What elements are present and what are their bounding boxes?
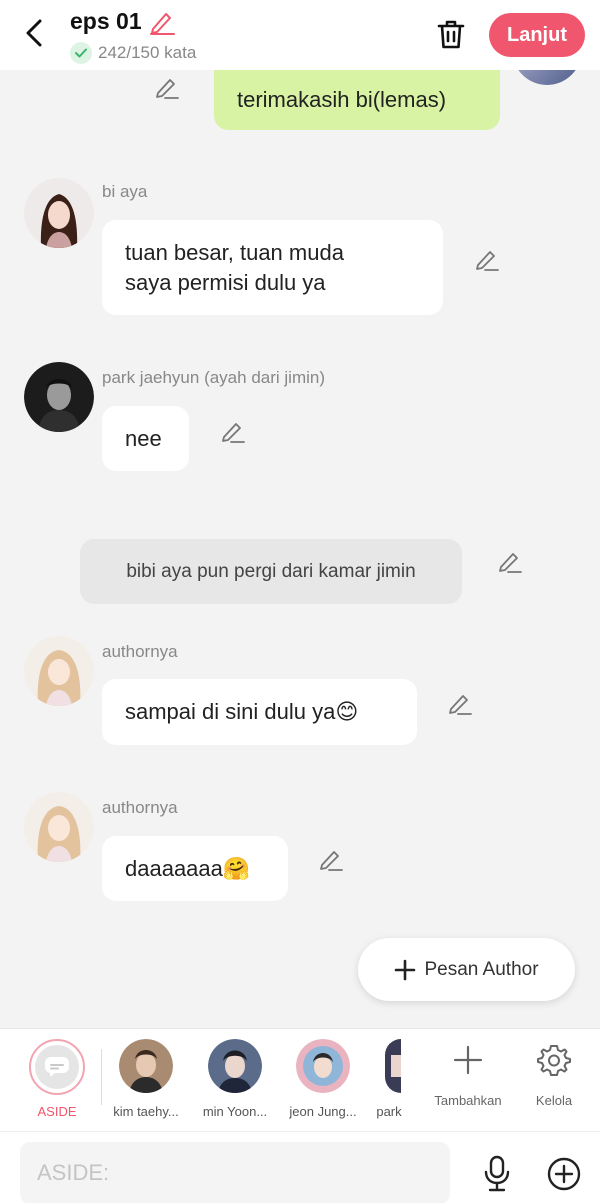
character-avatar bbox=[296, 1039, 350, 1093]
plus-icon bbox=[453, 1045, 483, 1075]
delete-button[interactable] bbox=[432, 16, 470, 52]
add-character-label: Tambahkan bbox=[434, 1093, 502, 1108]
my-avatar bbox=[512, 70, 582, 85]
gear-icon bbox=[537, 1045, 571, 1076]
message-text-line-1: tuan besar, tuan muda bbox=[125, 239, 344, 265]
aside-circle[interactable] bbox=[29, 1039, 85, 1095]
pencil-icon[interactable] bbox=[148, 9, 176, 35]
top-bar: eps 01 242/150 kata Lanjut bbox=[0, 0, 600, 70]
character-label: kim taehy... bbox=[113, 1104, 179, 1119]
character-avatar bbox=[208, 1039, 262, 1093]
character-bar: ASIDE kim taehy... min Yoon... jeon Jung… bbox=[0, 1028, 600, 1131]
message-bubble-3[interactable]: nee bbox=[102, 406, 189, 471]
manage-label: Kelola bbox=[535, 1093, 573, 1108]
narration-bubble[interactable]: bibi aya pun pergi dari kamar jimin bbox=[80, 539, 462, 604]
attach-button[interactable] bbox=[544, 1154, 584, 1194]
word-count: 242/150 kata bbox=[70, 42, 196, 64]
check-icon bbox=[70, 42, 92, 64]
author-message-button[interactable]: Pesan Author bbox=[358, 938, 575, 1001]
chevron-left-icon bbox=[26, 19, 42, 47]
avatar-authornya[interactable] bbox=[24, 792, 94, 862]
message-input[interactable] bbox=[20, 1142, 450, 1203]
character-kim-taehyung[interactable]: kim taehy... bbox=[104, 1029, 188, 1132]
message-bubble-1[interactable]: terimakasih bi(lemas) bbox=[214, 70, 500, 130]
avatar-bi-aya[interactable] bbox=[24, 178, 94, 248]
character-min-yoongi[interactable]: min Yoon... bbox=[193, 1029, 277, 1132]
plus-icon bbox=[395, 959, 416, 980]
edit-message-5-icon[interactable] bbox=[446, 690, 474, 718]
message-text: terimakasih bi(lemas) bbox=[237, 87, 447, 112]
trash-icon bbox=[437, 20, 465, 49]
sender-name: park jaehyun (ayah dari jimin) bbox=[102, 368, 325, 387]
chat-bubble-icon bbox=[45, 1057, 69, 1077]
author-message-label: Pesan Author bbox=[424, 958, 539, 980]
aside-label: ASIDE bbox=[37, 1104, 77, 1119]
sender-name: authornya bbox=[102, 642, 178, 661]
episode-title-text: eps 01 bbox=[70, 8, 142, 34]
narration-text: bibi aya pun pergi dari kamar jimin bbox=[126, 560, 416, 582]
character-park[interactable]: park bbox=[347, 1029, 431, 1132]
message-text: daaaaaaa🤗 bbox=[125, 855, 251, 881]
microphone-button[interactable] bbox=[479, 1154, 515, 1194]
next-button[interactable]: Lanjut bbox=[489, 13, 585, 57]
edit-message-4-icon[interactable] bbox=[496, 548, 524, 576]
edit-message-6-icon[interactable] bbox=[317, 846, 345, 874]
character-label: park bbox=[376, 1104, 402, 1119]
character-avatar bbox=[119, 1039, 173, 1093]
add-character-button[interactable]: Tambahkan bbox=[428, 1029, 508, 1132]
avatar-authornya[interactable] bbox=[24, 636, 94, 706]
message-text: sampai di sini dulu ya😊 bbox=[125, 699, 359, 724]
message-input-bar bbox=[0, 1131, 600, 1203]
character-label: min Yoon... bbox=[202, 1104, 268, 1119]
edit-message-1-icon[interactable] bbox=[153, 74, 181, 102]
manage-button[interactable]: Kelola bbox=[516, 1029, 592, 1132]
message-bubble-2[interactable]: tuan besar, tuan muda saya permisi dulu … bbox=[102, 220, 443, 315]
episode-title[interactable]: eps 01 bbox=[70, 8, 176, 35]
message-text: nee bbox=[125, 425, 162, 451]
edit-message-2-icon[interactable] bbox=[473, 246, 501, 274]
word-count-text: 242/150 kata bbox=[98, 43, 197, 62]
divider bbox=[101, 1049, 102, 1105]
plus-circle-icon bbox=[547, 1157, 581, 1191]
sender-name: bi aya bbox=[102, 182, 148, 201]
back-button[interactable] bbox=[18, 16, 50, 50]
message-bubble-5[interactable]: sampai di sini dulu ya😊 bbox=[102, 679, 417, 745]
character-avatar bbox=[385, 1039, 401, 1093]
message-text-line-2: saya permisi dulu ya bbox=[125, 269, 326, 295]
chat-area[interactable]: terimakasih bi(lemas) bi aya tuan besar,… bbox=[0, 70, 600, 1028]
message-bubble-6[interactable]: daaaaaaa🤗 bbox=[102, 836, 288, 901]
edit-message-3-icon[interactable] bbox=[219, 418, 247, 446]
microphone-icon bbox=[484, 1155, 510, 1192]
sender-name: authornya bbox=[102, 798, 178, 817]
avatar-park-jaehyun[interactable] bbox=[24, 362, 94, 432]
